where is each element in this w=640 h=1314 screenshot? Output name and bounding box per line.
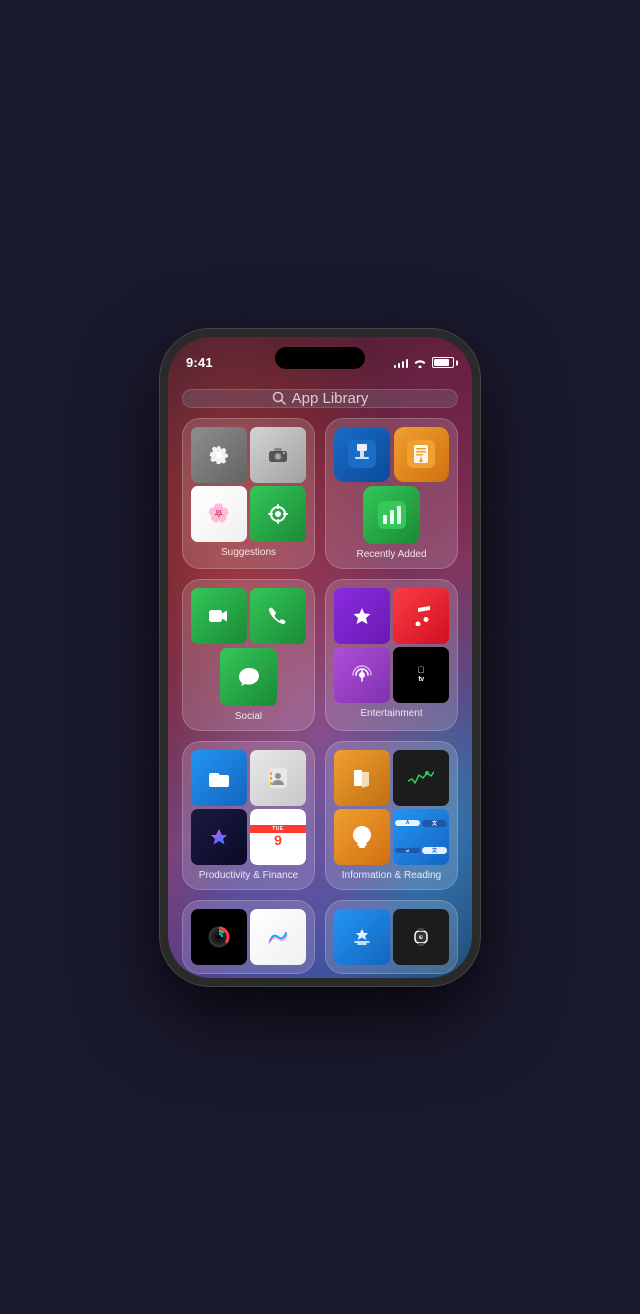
app-appstore[interactable] (334, 909, 390, 965)
camera-icon (268, 447, 288, 463)
podcasts-icon (352, 665, 372, 685)
folder-recently-added[interactable]: Recently Added (325, 418, 458, 569)
app-phone[interactable] (250, 588, 306, 644)
app-calendar[interactable]: TUE 9 (250, 809, 306, 865)
phone-screen: 9:41 (168, 337, 472, 978)
battery-fill (434, 359, 449, 366)
app-tvplus[interactable] (334, 588, 390, 644)
search-placeholder: App Library (292, 390, 369, 407)
recently-added-layout (334, 427, 449, 544)
app-tips[interactable] (334, 809, 390, 865)
status-time: 9:41 (186, 355, 213, 370)
signal-bar-3 (402, 361, 405, 368)
app-music[interactable] (393, 588, 449, 644)
app-photos[interactable]: 🌸 (191, 486, 247, 542)
fitness-rings-icon (208, 926, 230, 948)
shortcuts-icon (209, 827, 229, 847)
folder-social[interactable]: Social (182, 579, 315, 731)
tvplus-icon (352, 606, 372, 626)
wifi-icon (413, 357, 427, 368)
productivity-label: Productivity & Finance (199, 870, 299, 881)
tips-icon (353, 826, 371, 848)
utilities-grid (334, 909, 449, 965)
folder-productivity[interactable]: TUE 9 Productivity & Finance (182, 741, 315, 890)
phone-frame: 9:41 (160, 329, 480, 986)
files-icon (209, 769, 229, 787)
social-grid (191, 588, 306, 706)
app-facetime[interactable] (191, 588, 247, 644)
books-icon (352, 768, 372, 788)
app-messages[interactable] (220, 648, 278, 706)
app-podcasts[interactable] (334, 647, 390, 703)
signal-bar-2 (398, 363, 401, 368)
recently-added-row1 (334, 427, 449, 483)
stocks-icon (408, 771, 434, 785)
health-grid (191, 909, 306, 965)
app-settings[interactable] (191, 427, 247, 483)
app-stocks[interactable] (393, 750, 449, 806)
app-books[interactable] (334, 750, 390, 806)
folder-health-fitness[interactable] (182, 900, 315, 974)
freeform-icon (268, 929, 288, 945)
app-contacts[interactable] (250, 750, 306, 806)
suggestions-label: Suggestions (221, 547, 276, 558)
appstore-icon (353, 928, 371, 946)
folder-information[interactable]: A 文 ⇄ 文 Information & Reading (325, 741, 458, 890)
folder-utilities[interactable] (325, 900, 458, 974)
app-keynote[interactable] (334, 427, 390, 483)
app-files[interactable] (191, 750, 247, 806)
app-appletv[interactable]:  tv (393, 647, 449, 703)
entertainment-label: Entertainment (360, 708, 422, 719)
search-icon (272, 391, 286, 405)
information-grid: A 文 ⇄ 文 (334, 750, 449, 865)
productivity-grid: TUE 9 (191, 750, 306, 865)
pages-icon (407, 440, 435, 468)
status-icons (394, 357, 455, 368)
app-freeform[interactable] (250, 909, 306, 965)
keynote-icon (348, 440, 376, 468)
search-bar[interactable]: App Library (182, 389, 458, 408)
phone-icon (269, 607, 287, 625)
entertainment-grid:  tv (334, 588, 449, 703)
music-icon (412, 606, 430, 626)
watch-icon (414, 927, 428, 947)
information-label: Information & Reading (342, 870, 442, 881)
app-translate[interactable]: A 文 ⇄ 文 (393, 809, 449, 865)
facetime-icon (209, 609, 229, 623)
messages-icon (239, 667, 259, 687)
folder-entertainment[interactable]:  tv Entertainment (325, 579, 458, 731)
app-numbers[interactable] (363, 486, 421, 544)
signal-bar-4 (406, 359, 409, 368)
signal-bars-icon (394, 358, 409, 368)
screen-content: App Library (168, 381, 472, 978)
findmy-icon (268, 504, 288, 524)
app-fitness[interactable] (191, 909, 247, 965)
app-grid: 🌸 (182, 418, 458, 890)
app-findmy[interactable] (250, 486, 306, 542)
settings-gear-icon (208, 444, 230, 466)
bottom-row (182, 900, 458, 974)
folder-suggestions[interactable]: 🌸 (182, 418, 315, 569)
app-shortcuts[interactable] (191, 809, 247, 865)
numbers-icon (378, 501, 406, 529)
app-watch[interactable] (393, 909, 449, 965)
battery-icon (432, 357, 454, 368)
signal-bar-1 (394, 365, 397, 368)
recently-added-label: Recently Added (356, 549, 426, 560)
recently-added-row2 (334, 486, 449, 544)
social-label: Social (235, 711, 262, 722)
dynamic-island (275, 347, 365, 369)
suggestions-grid: 🌸 (191, 427, 306, 542)
app-camera[interactable] (250, 427, 306, 483)
contacts-icon (269, 768, 287, 788)
app-pages[interactable] (394, 427, 450, 483)
